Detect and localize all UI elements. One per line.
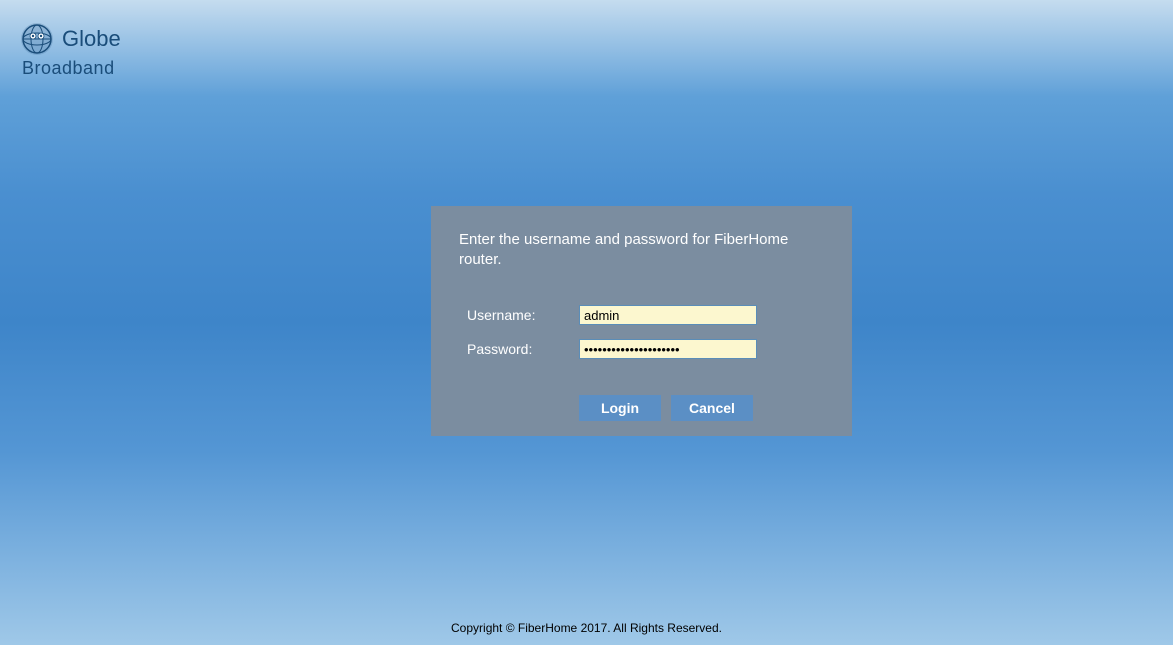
password-label: Password: <box>467 341 579 357</box>
logo-row: Globe <box>20 22 121 56</box>
login-box: Enter the username and password for Fibe… <box>431 206 852 436</box>
password-input[interactable] <box>579 339 757 359</box>
username-input[interactable] <box>579 305 757 325</box>
username-label: Username: <box>467 307 579 323</box>
login-button[interactable]: Login <box>579 395 661 421</box>
logo-subbrand-text: Broadband <box>22 58 121 79</box>
login-instruction: Enter the username and password for Fibe… <box>459 230 824 269</box>
username-row: Username: <box>459 305 824 325</box>
password-row: Password: <box>459 339 824 359</box>
globe-logo-icon <box>20 22 54 56</box>
footer-copyright: Copyright © FiberHome 2017. All Rights R… <box>0 621 1173 635</box>
button-row: Login Cancel <box>459 395 824 421</box>
logo-area: Globe Broadband <box>20 22 121 79</box>
logo-brand-text: Globe <box>62 26 121 52</box>
cancel-button[interactable]: Cancel <box>671 395 753 421</box>
